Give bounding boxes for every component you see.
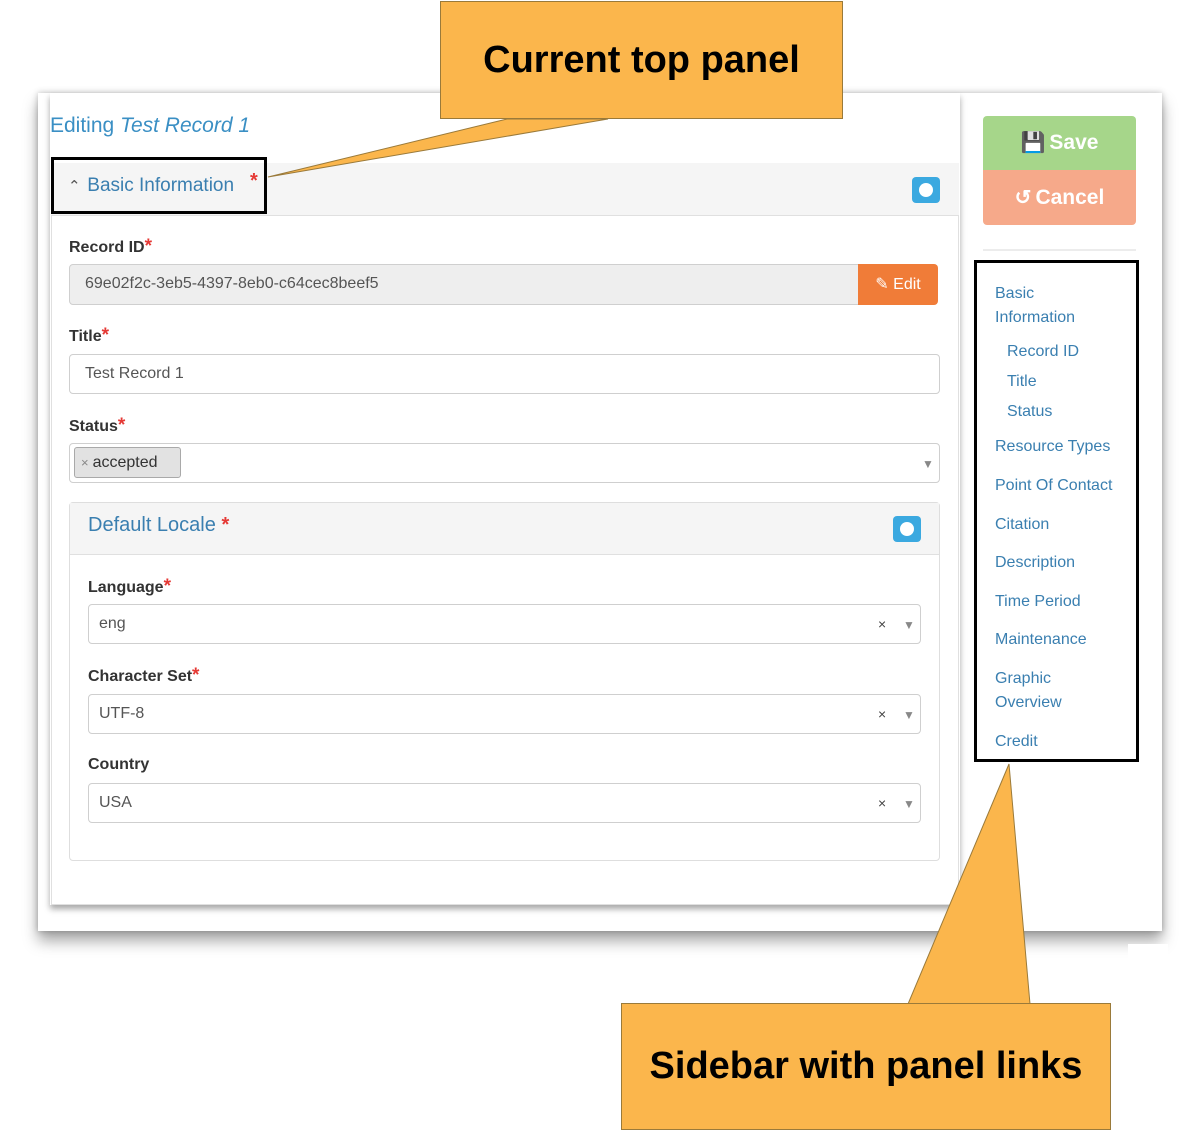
callout-current-top-panel: Current top panel — [440, 1, 843, 119]
callout-bottom-text: Sidebar with panel links — [649, 1045, 1083, 1087]
top-callout-pointer — [267, 118, 609, 178]
callout-pointers — [267, 118, 1031, 1005]
callout-top-text: Current top panel — [483, 39, 800, 81]
bottom-callout-pointer — [907, 763, 1031, 1005]
callout-sidebar-panel-links: Sidebar with panel links — [621, 1003, 1111, 1130]
